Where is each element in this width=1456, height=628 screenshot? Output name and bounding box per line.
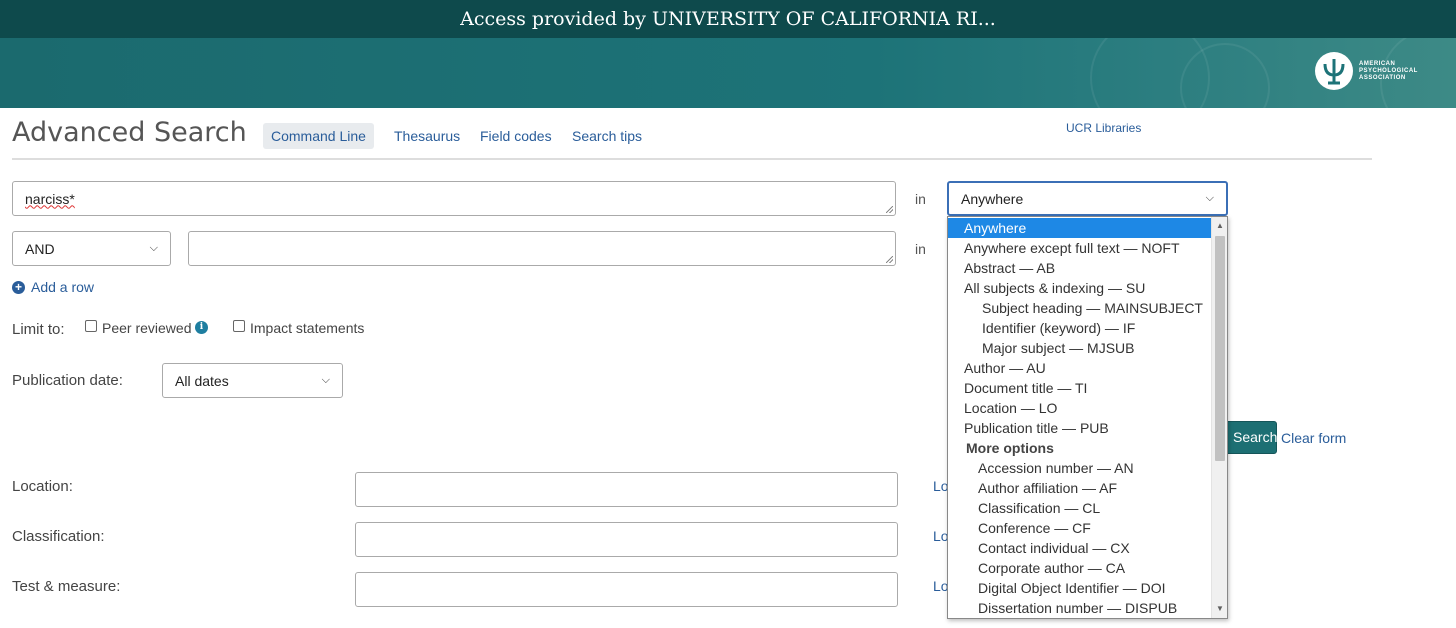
info-icon[interactable]: i: [195, 321, 208, 334]
dropdown-option[interactable]: Document title — TI: [948, 378, 1212, 398]
resize-handle[interactable]: [886, 206, 893, 213]
dropdown-option[interactable]: Digital Object Identifier — DOI: [948, 578, 1212, 598]
add-row-button[interactable]: + Add a row: [12, 279, 94, 295]
publication-date-value: All dates: [175, 372, 229, 389]
chevron-down-icon: ⌵: [149, 242, 158, 254]
field-select-row-1[interactable]: Anywhere ⌵: [947, 181, 1228, 216]
dropdown-option[interactable]: Major subject — MJSUB: [948, 338, 1212, 358]
access-banner: Access provided by UNIVERSITY OF CALIFOR…: [0, 0, 1456, 38]
peer-reviewed-checkbox[interactable]: [85, 320, 97, 332]
impact-statements-checkbox[interactable]: [233, 320, 245, 332]
chevron-down-icon: ⌵: [321, 374, 330, 386]
plus-circle-icon: +: [12, 280, 25, 294]
operator-value: AND: [25, 240, 55, 257]
field-select-value: Anywhere: [961, 190, 1024, 207]
access-text: Access provided by UNIVERSITY OF CALIFOR…: [460, 8, 996, 30]
location-input[interactable]: [355, 472, 898, 507]
logo-line: PSYCHOLOGICAL: [1359, 67, 1418, 74]
test-measure-label: Test & measure:: [12, 578, 121, 595]
search-input-row-1[interactable]: narciss*: [12, 181, 896, 216]
test-measure-input[interactable]: [355, 572, 898, 607]
field-dropdown-list[interactable]: Anywhere Anywhere except full text — NOF…: [947, 216, 1228, 619]
scroll-up-arrow-icon[interactable]: ▲: [1215, 221, 1225, 231]
dropdown-option[interactable]: Location — LO: [948, 398, 1212, 418]
chevron-down-icon: ⌵: [1205, 192, 1214, 204]
page-title: Advanced Search: [12, 117, 247, 148]
dropdown-option[interactable]: Subject heading — MAINSUBJECT: [948, 298, 1212, 318]
dropdown-option[interactable]: Publication title — PUB: [948, 418, 1212, 438]
dropdown-option[interactable]: Identifier (keyword) — IF: [948, 318, 1212, 338]
dropdown-option[interactable]: Contact individual — CX: [948, 538, 1212, 558]
in-label: in: [915, 241, 926, 257]
publication-date-select[interactable]: All dates ⌵: [162, 363, 343, 398]
impact-statements-label[interactable]: Impact statements: [250, 320, 364, 336]
dropdown-option[interactable]: Author — AU: [948, 358, 1212, 378]
dropdown-option[interactable]: Conference — CF: [948, 518, 1212, 538]
institution-link[interactable]: UCR Libraries: [1066, 121, 1141, 135]
dropdown-option[interactable]: Anywhere: [948, 218, 1212, 238]
tab-command-line[interactable]: Command Line: [263, 123, 374, 149]
location-label: Location:: [12, 478, 73, 495]
publication-date-label: Publication date:: [12, 372, 123, 389]
apa-logo[interactable]: AMERICAN PSYCHOLOGICAL ASSOCIATION: [1315, 52, 1419, 90]
dropdown-option[interactable]: Classification — CL: [948, 498, 1212, 518]
peer-reviewed-label[interactable]: Peer reviewed: [102, 320, 192, 336]
search-input-row-2[interactable]: [188, 231, 896, 266]
dropdown-option[interactable]: Dissertation number — DISPUB: [948, 598, 1212, 618]
search-input-value: narciss*: [25, 190, 75, 207]
clear-form-link[interactable]: Clear form: [1281, 430, 1346, 446]
tab-field-codes[interactable]: Field codes: [472, 123, 560, 149]
dropdown-option[interactable]: Anywhere except full text — NOFT: [948, 238, 1212, 258]
classification-input[interactable]: [355, 522, 898, 557]
dropdown-option[interactable]: Corporate author — CA: [948, 558, 1212, 578]
dropdown-option[interactable]: All subjects & indexing — SU: [948, 278, 1212, 298]
scroll-down-arrow-icon[interactable]: ▼: [1215, 604, 1225, 614]
logo-line: ASSOCIATION: [1359, 74, 1406, 81]
tab-thesaurus[interactable]: Thesaurus: [386, 123, 468, 149]
dropdown-group-label: More options: [966, 440, 1054, 456]
tab-search-tips[interactable]: Search tips: [564, 123, 650, 149]
scrollbar-thumb[interactable]: [1215, 236, 1225, 461]
dropdown-scrollbar[interactable]: ▲ ▼: [1211, 217, 1227, 618]
header-banner: [0, 38, 1456, 108]
limit-label: Limit to:: [12, 321, 65, 338]
dropdown-option[interactable]: Author affiliation — AF: [948, 478, 1212, 498]
apa-psi-icon: [1315, 52, 1353, 90]
classification-label: Classification:: [12, 528, 105, 545]
resize-handle[interactable]: [886, 256, 893, 263]
in-label: in: [915, 191, 926, 207]
header-divider: [12, 158, 1372, 160]
add-row-label: Add a row: [31, 279, 95, 295]
logo-line: AMERICAN: [1359, 60, 1396, 67]
dropdown-option[interactable]: Abstract — AB: [948, 258, 1212, 278]
operator-select[interactable]: AND ⌵: [12, 231, 171, 266]
dropdown-option[interactable]: Accession number — AN: [948, 458, 1212, 478]
